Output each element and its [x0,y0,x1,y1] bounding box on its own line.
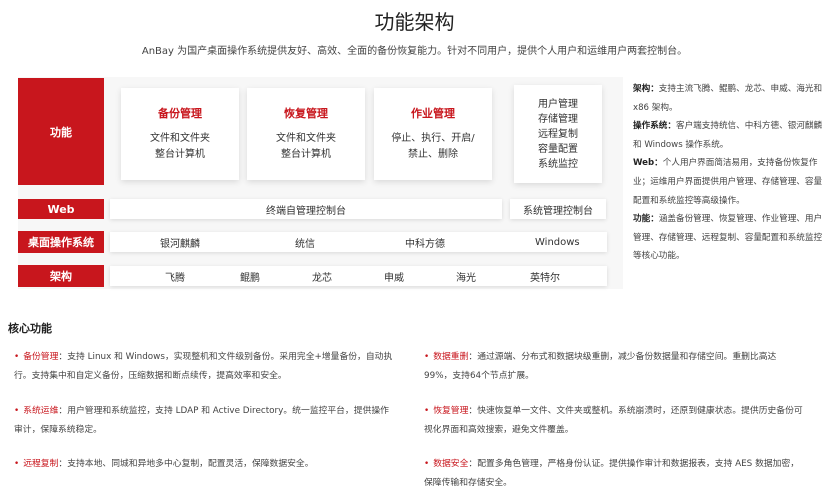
os-item: Windows [535,236,580,248]
feature-label: 系统运维 [23,406,59,416]
feature-restore-management: • 恢复管理：快速恢复单一文件、文件夹或整机。系统崩溃时，还原到健康状态。提供历史… [424,402,804,440]
bullet-icon: • [14,406,20,416]
os-item: 中科方德 [405,238,445,250]
note-text: 支持主流飞腾、鲲鹏、龙芯、申威、海光和 x86 架构。 [633,84,823,113]
admin-function-item: 远程复制 [538,128,578,140]
bullet-icon: • [14,459,20,469]
arch-item: 申威 [384,272,404,284]
card-backup-management: 备份管理 文件和文件夹 整台计算机 [121,88,239,180]
feature-label: 远程复制 [23,459,59,469]
bullet-icon: • [14,352,20,362]
row-label-function: 功能 [18,78,104,185]
card-title: 作业管理 [411,107,455,120]
arch-item: 英特尔 [530,272,560,284]
card-title: 备份管理 [158,107,202,120]
bullet-icon: • [424,352,430,362]
web-admin-console: 系统管理控制台 [510,199,606,219]
feature-text: ：支持 Linux 和 Windows，实现整机和文件级别备份。采用完全+增量备… [14,352,393,381]
card-admin-functions: 用户管理 存储管理 远程复制 容量配置 系统监控 [514,85,602,183]
note-os: 操作系统：客户端支持统信、中科方德、银河麒麟和 Windows 操作系统。 [633,117,823,154]
arch-item: 飞腾 [165,272,185,284]
admin-function-item: 系统监控 [538,158,578,170]
note-label: 操作系统： [633,121,676,132]
feature-dedup: • 数据重删：通过源端、分布式和数据块级重删，减少备份数据量和存储空间。重删比高达… [424,348,804,386]
note-label: 功能： [633,214,659,225]
feature-system-ops: • 系统运维：用户管理和系统监控，支持 LDAP 和 Active Directo… [14,402,394,440]
feature-text: ：快速恢复单一文件、文件夹或整机。系统崩溃时，还原到健康状态。提供历史备份可视化… [424,406,803,435]
card-job-management: 作业管理 停止、执行、开启/ 禁止、删除 [374,88,492,180]
feature-label: 恢复管理 [433,406,469,416]
row-label-web: Web [18,199,104,219]
core-functions-heading: 核心功能 [8,322,52,335]
card-line: 整台计算机 [281,149,331,160]
note-label: 架构： [633,84,659,94]
feature-text: ：配置多角色管理，严格身份认证。提供操作审计和数据报表，支持 AES 数据加密，… [424,459,800,488]
feature-text: ：支持本地、同城和异地多中心复制，配置灵活，保障数据安全。 [58,459,314,469]
architecture-notes: 架构：支持主流飞腾、鲲鹏、龙芯、申威、海光和 x86 架构。 操作系统：客户端支… [633,80,823,266]
page-title: 功能架构 [374,10,455,34]
feature-text: ：用户管理和系统监控，支持 LDAP 和 Active Directory。统一… [14,406,389,435]
arch-row: 飞腾 鲲鹏 龙芯 申威 海光 英特尔 [110,266,607,286]
admin-function-item: 用户管理 [538,98,578,110]
feature-data-security: • 数据安全：配置多角色管理，严格身份认证。提供操作审计和数据报表，支持 AES … [424,455,804,493]
note-label: Web： [633,158,663,169]
card-line: 整台计算机 [155,149,205,160]
bullet-icon: • [424,406,430,416]
card-line: 停止、执行、开启/ [391,133,475,144]
note-architecture: 架构：支持主流飞腾、鲲鹏、龙芯、申威、海光和 x86 架构。 [633,80,823,117]
card-line: 文件和文件夹 [276,133,336,144]
row-label-arch: 架构 [18,265,104,287]
card-line: 禁止、删除 [408,149,458,160]
note-function: 功能：涵盖备份管理、恢复管理、作业管理、用户管理、存储管理、远程复制、容量配置和… [633,210,823,266]
feature-text: ：通过源端、分布式和数据块级重删，减少备份数据量和存储空间。重删比高达 99%，… [424,352,777,381]
note-web: Web：个人用户界面简洁易用，支持备份恢复作业；运维用户界面提供用户管理、存储管… [633,154,823,210]
bullet-icon: • [424,459,430,469]
card-line: 文件和文件夹 [150,133,210,144]
feature-label: 备份管理 [23,352,59,362]
row-label-os: 桌面操作系统 [18,231,104,253]
card-title: 恢复管理 [284,107,328,120]
os-item: 统信 [295,238,315,250]
feature-remote-replication: • 远程复制：支持本地、同城和异地多中心复制，配置灵活，保障数据安全。 [14,455,394,474]
feature-label: 数据重删 [433,352,469,362]
page-subtitle: AnBay 为国产桌面操作系统提供友好、高效、全面的备份恢复能力。针对不同用户，… [141,46,688,57]
feature-label: 数据安全 [433,459,469,469]
os-item: 银河麒麟 [160,238,200,250]
os-row: 银河麒麟 统信 中科方德 Windows [110,232,607,252]
note-text: 涵盖备份管理、恢复管理、作业管理、用户管理、存储管理、远程复制、容量配置和系统监… [633,214,823,262]
card-restore-management: 恢复管理 文件和文件夹 整台计算机 [247,88,365,180]
admin-function-item: 存储管理 [538,113,578,125]
feature-backup-management: • 备份管理：支持 Linux 和 Windows，实现整机和文件级别备份。采用完… [14,348,394,386]
arch-item: 鲲鹏 [240,272,260,284]
arch-item: 龙芯 [312,272,332,284]
web-user-console: 终端自管理控制台 [110,199,502,219]
admin-function-item: 容量配置 [538,143,578,155]
arch-item: 海光 [456,272,476,284]
